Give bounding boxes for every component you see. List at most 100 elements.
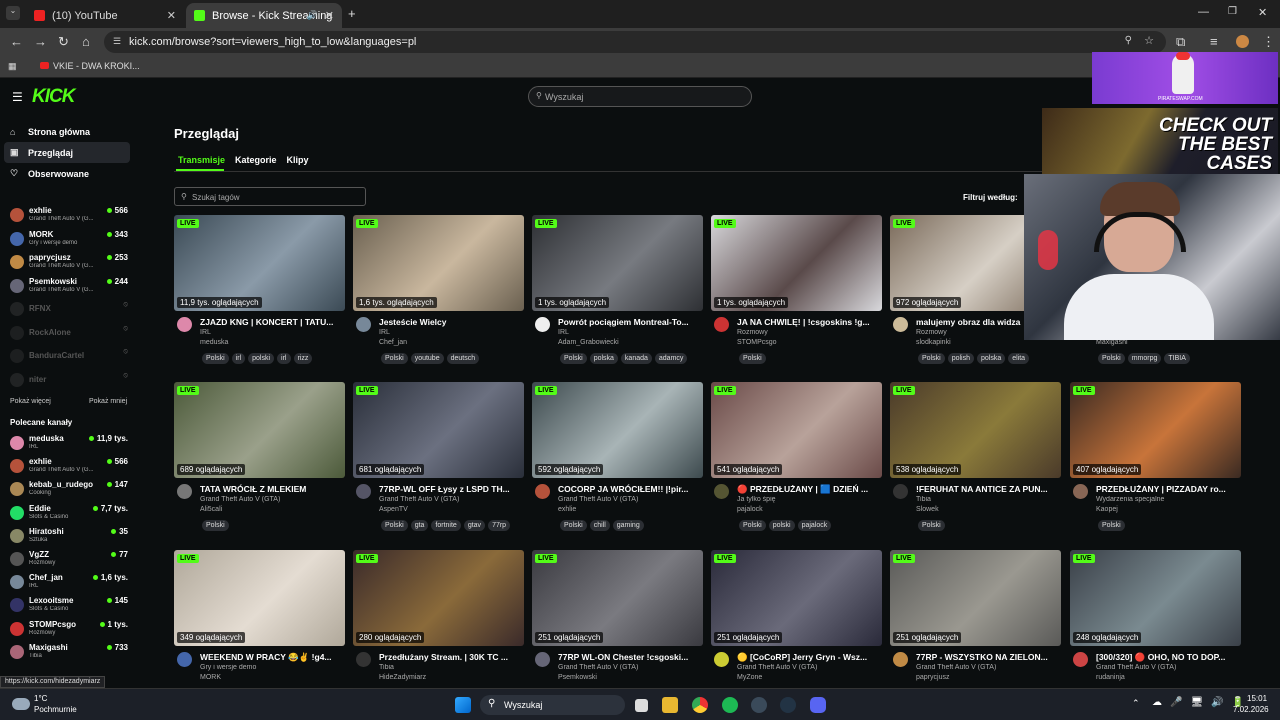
bookmark-item[interactable]: VKIE - DWA KROKI... (40, 61, 140, 71)
stream-category[interactable]: Grand Theft Auto V (GTA) (379, 496, 522, 503)
tag-chip[interactable]: chill (589, 520, 610, 531)
stream-card[interactable]: LIVE 251 oglądających 77RP - WSZYSTKO NA Z… (890, 550, 1061, 710)
avatar[interactable] (714, 484, 729, 499)
streamer-name[interactable]: Ali5cali (200, 506, 222, 513)
tag-chip[interactable]: polski (768, 520, 795, 531)
tag-chip[interactable]: polska (589, 353, 618, 364)
profile-avatar[interactable] (1236, 35, 1249, 48)
stream-title[interactable]: 77RP - WSZYSTKO NA ZIELON... (916, 652, 1059, 662)
kick-logo[interactable]: KICK (32, 86, 75, 108)
tab-streams[interactable]: Transmisje (178, 155, 225, 165)
streamer-name[interactable]: Slowek (916, 506, 939, 513)
weather-icon[interactable] (12, 698, 30, 710)
recommended-channel[interactable]: Maxigashi Tibia 733 (10, 642, 128, 665)
tag-chip[interactable]: deutsch (446, 353, 480, 364)
recommended-channel[interactable]: exhlie Grand Theft Auto V (G... 566 (10, 456, 128, 479)
streamer-name[interactable]: AspenTV (379, 506, 408, 513)
tag-chip[interactable]: gaming (612, 520, 644, 531)
streamer-name[interactable]: STOMPcsgo (737, 339, 777, 346)
tag-chip[interactable]: Polski (918, 520, 945, 531)
stream-thumbnail[interactable]: LIVE 541 oglądających (711, 382, 882, 478)
avatar[interactable] (356, 652, 371, 667)
stream-title[interactable]: COCORP JA WRÓCIŁEM!! |!pir... (558, 484, 701, 494)
stream-title[interactable]: Powrót pociągiem Montreal-To... (558, 317, 701, 327)
menu-icon[interactable]: ⋮ (1262, 34, 1275, 50)
tag-chip[interactable]: Polski (560, 353, 587, 364)
streamer-name[interactable]: meduska (200, 339, 228, 346)
stream-card[interactable]: LIVE 592 oglądających COCORP JA WRÓCIŁEM!!… (532, 382, 703, 542)
stream-category[interactable]: Grand Theft Auto V (GTA) (916, 664, 1059, 671)
stream-card[interactable]: LIVE 1 tys. oglądających JA NA CHWILĘ! | !… (711, 215, 882, 375)
stream-card[interactable]: LIVE 251 oglądających 🟡 [CoCoRP] Jerry Gry… (711, 550, 882, 710)
streamer-name[interactable]: Kaopej (1096, 506, 1118, 513)
tag-chip[interactable]: adamcy (654, 353, 688, 364)
streamer-name[interactable]: Adam_Grabowiecki (558, 339, 619, 346)
streamer-name[interactable]: Maxigashi (1096, 339, 1128, 346)
close-tab-icon[interactable]: ✕ (167, 9, 176, 22)
tag-chip[interactable]: mmorpg (1127, 353, 1162, 364)
avatar[interactable] (177, 652, 192, 667)
stream-category[interactable]: Tibia (916, 496, 1059, 503)
followed-channel[interactable]: BanduraCartel ⦸ (10, 346, 128, 369)
stream-thumbnail[interactable]: LIVE 251 oglądających (532, 550, 703, 646)
tag-chip[interactable]: Polski (1098, 520, 1125, 531)
home-icon[interactable]: ⌂ (82, 34, 90, 49)
stream-category[interactable]: Rozmowy (737, 329, 880, 336)
followed-channel[interactable]: exhlie Grand Theft Auto V (G... 566 (10, 205, 128, 228)
steam-icon[interactable] (751, 697, 767, 713)
tag-chip[interactable]: TIBIA (1164, 353, 1190, 364)
ad-banner-top[interactable]: PIRATESWAP.COM (1092, 52, 1278, 104)
followed-channel[interactable]: Psemkowski Grand Theft Auto V (G... 244 (10, 276, 128, 299)
stream-category[interactable]: Gry i wersje demo (200, 664, 343, 671)
show-less-link[interactable]: Pokaż mniej (89, 398, 127, 405)
chrome-icon[interactable] (692, 697, 708, 713)
tag-chip[interactable]: irl (277, 353, 291, 364)
clock-date[interactable]: 7.02.2026 (1233, 705, 1269, 714)
hamburger-menu-icon[interactable]: ☰ (12, 90, 23, 104)
stream-card[interactable]: LIVE 11,9 tys. oglądających ZJAZD KNG | KO… (174, 215, 345, 375)
stream-title[interactable]: Przedłużany Stream. | 30K TC ... (379, 652, 522, 662)
tag-chip[interactable]: Polski (1098, 353, 1125, 364)
tag-chip[interactable]: polska (976, 353, 1006, 364)
streamer-name[interactable]: HideZadymiarz (379, 674, 426, 681)
tag-search-input[interactable]: ⚲ Szukaj tagów (174, 187, 366, 206)
bookmark-star-icon[interactable]: ☆ (1144, 34, 1154, 47)
stream-card[interactable]: LIVE 1,6 tys. oglądających Jesteście Wielc… (353, 215, 524, 375)
tag-chip[interactable]: 77rp (488, 520, 511, 531)
stream-title[interactable]: 77RP-WL OFF Łysy z LSPD TH... (379, 484, 522, 494)
tag-chip[interactable]: irl (231, 353, 246, 364)
taskbar-search[interactable]: ⚲ Wyszukaj (480, 695, 625, 715)
stream-title[interactable]: 🔴 PRZEDŁUŻANY | 🟦 DZIEŃ ... (737, 484, 880, 495)
stream-category[interactable]: Grand Theft Auto V (GTA) (558, 496, 701, 503)
show-more-link[interactable]: Pokaż więcej (10, 398, 51, 405)
stream-card[interactable]: LIVE 349 oglądających WEEKEND W PRACY 😂✌ !… (174, 550, 345, 710)
stream-category[interactable]: IRL (379, 329, 522, 336)
stream-thumbnail[interactable]: LIVE 1,6 tys. oglądających (353, 215, 524, 311)
tag-chip[interactable]: Polski (381, 353, 408, 364)
stream-title[interactable]: 77RP WL-ON Chester !csgoski... (558, 652, 701, 662)
followed-channel[interactable]: RFNX ⦸ (10, 299, 128, 322)
tag-chip[interactable]: rizz (293, 353, 313, 364)
stream-thumbnail[interactable]: LIVE 592 oglądających (532, 382, 703, 478)
stream-category[interactable]: Grand Theft Auto V (GTA) (737, 664, 880, 671)
recommended-channel[interactable]: kebab_u_rudego Cooking 147 (10, 479, 128, 502)
forward-icon[interactable]: → (34, 34, 47, 49)
stream-thumbnail[interactable]: LIVE 251 oglądających (711, 550, 882, 646)
tab-kick[interactable]: Browse - Kick Streaming 🔊 ✕ (186, 3, 342, 28)
app-icon[interactable] (780, 697, 796, 713)
stream-thumbnail[interactable]: LIVE 681 oglądających (353, 382, 524, 478)
discord-icon[interactable] (810, 697, 826, 713)
stream-thumbnail[interactable]: LIVE 11,9 tys. oglądających (174, 215, 345, 311)
extensions-icon[interactable]: ⧉ (1176, 34, 1185, 50)
stream-card[interactable]: LIVE 251 oglądających 77RP WL-ON Chester !… (532, 550, 703, 710)
new-tab-button[interactable]: + (348, 6, 356, 21)
tab-list-button[interactable]: ⌄ (6, 6, 20, 20)
tag-chip[interactable]: gta (410, 520, 429, 531)
tag-chip[interactable]: fortnite (431, 520, 461, 531)
stream-thumbnail[interactable]: LIVE 251 oglądających (890, 550, 1061, 646)
avatar[interactable] (356, 484, 371, 499)
tag-chip[interactable]: Polski (918, 353, 945, 364)
tag-chip[interactable]: polski (248, 353, 275, 364)
nav-browse[interactable]: ▣ Przeglądaj (4, 142, 130, 163)
tag-chip[interactable]: youtube (410, 353, 444, 364)
